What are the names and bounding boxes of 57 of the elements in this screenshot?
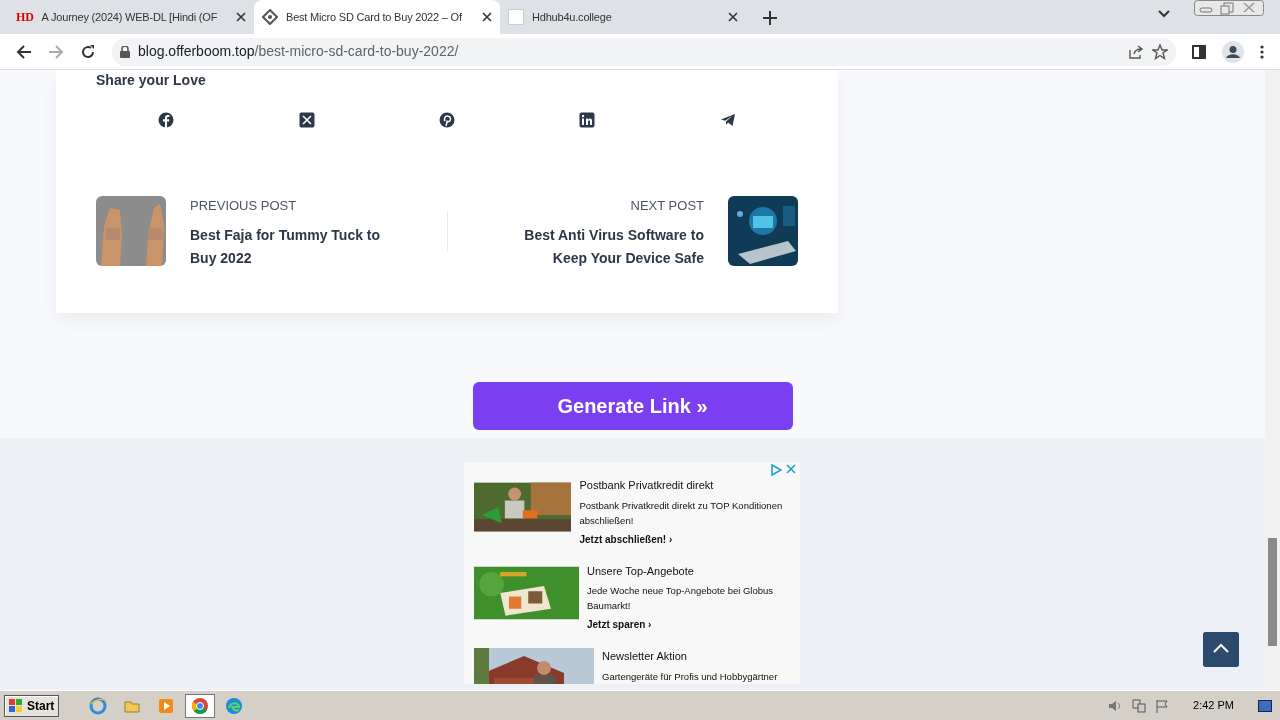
favicon: HD <box>16 9 34 26</box>
browser-tab[interactable]: Best Micro SD Card to Buy 2022 – Of <box>254 0 500 34</box>
chevron-icon[interactable] <box>1158 10 1170 18</box>
ad-choices-icon[interactable] <box>770 464 782 476</box>
windows-logo-icon <box>9 698 23 713</box>
telegram-share-icon[interactable] <box>719 112 736 128</box>
tab-title: Hdhub4u.college <box>532 9 613 25</box>
diamond-icon <box>262 9 278 25</box>
flag-icon[interactable] <box>1155 698 1170 713</box>
edge-icon <box>225 696 244 715</box>
close-icon[interactable] <box>482 12 492 22</box>
scrollbar-thumb[interactable] <box>1268 538 1277 646</box>
page-icon <box>508 9 524 25</box>
reload-icon[interactable] <box>80 43 96 60</box>
pinterest-share-icon[interactable] <box>439 112 455 128</box>
post-link[interactable]: Best Anti Virus Software to Keep Your Device Safe <box>489 223 704 270</box>
ad-link[interactable]: Jetzt sparen › <box>587 617 790 632</box>
tab-title: Best Micro SD Card to Buy 2022 – Of <box>286 9 463 25</box>
post-nav-label: PREVIOUS POST <box>190 197 298 215</box>
show-desktop-icon[interactable] <box>1258 699 1272 712</box>
generate-link-button[interactable]: Generate Link » <box>472 382 793 430</box>
scrollbar[interactable] <box>1265 70 1280 690</box>
ad-description: Postbank Privatkredit direkt zu TOP Konditionen abschließen! <box>579 498 784 528</box>
ad-title[interactable]: Newsletter Aktion <box>602 648 778 665</box>
browser-tab[interactable]: Hdhub4u.college <box>500 0 746 34</box>
ad-description: Jede Woche neue Top-Angebote bei Globus Baumarkt! <box>587 584 775 613</box>
close-icon[interactable] <box>728 12 738 22</box>
media-icon <box>157 696 176 715</box>
network-icon[interactable] <box>1131 698 1148 713</box>
close-icon[interactable] <box>236 12 246 22</box>
ad-title[interactable]: Unsere Top-Angebote <box>587 562 790 579</box>
linkedin-share-icon[interactable] <box>579 112 596 128</box>
chrome-icon <box>191 696 210 715</box>
taskbar-app[interactable] <box>185 693 216 718</box>
bookmark-star-icon[interactable] <box>1152 43 1168 60</box>
profile-avatar-icon[interactable] <box>1222 40 1244 63</box>
back-icon[interactable] <box>16 43 32 60</box>
section-heading: Share your Love <box>96 71 207 88</box>
ad-description: Gartengeräte für Profis und Hobbygärtner <box>602 669 778 684</box>
window-controls[interactable] <box>1194 0 1264 16</box>
new-tab-icon[interactable] <box>762 10 778 26</box>
menu-icon[interactable] <box>1260 44 1264 59</box>
tab-title: A Journey (2024) WEB-DL [Hindi (OF <box>41 9 219 25</box>
post-link[interactable]: Best Faja for Tummy Tuck to Buy 2022 <box>190 223 405 270</box>
scroll-to-top-button[interactable] <box>1203 632 1239 667</box>
share-icon[interactable] <box>1128 43 1144 60</box>
post-nav-label: NEXT POST <box>629 197 704 215</box>
clock: 2:42 PM <box>1193 698 1234 714</box>
x-share-icon[interactable] <box>298 112 315 128</box>
ad-link[interactable]: Jetzt abschließen! › <box>579 531 790 547</box>
side-panel-icon[interactable] <box>1192 44 1206 59</box>
browser-icon <box>89 696 108 715</box>
ad-title[interactable]: Postbank Privatkredit direkt <box>579 477 790 494</box>
lock-icon <box>120 45 130 58</box>
browser-tab[interactable]: HD A Journey (2024) WEB-DL [Hindi (OF <box>8 0 254 34</box>
start-button[interactable]: Start <box>4 694 60 717</box>
facebook-share-icon[interactable] <box>158 112 175 128</box>
